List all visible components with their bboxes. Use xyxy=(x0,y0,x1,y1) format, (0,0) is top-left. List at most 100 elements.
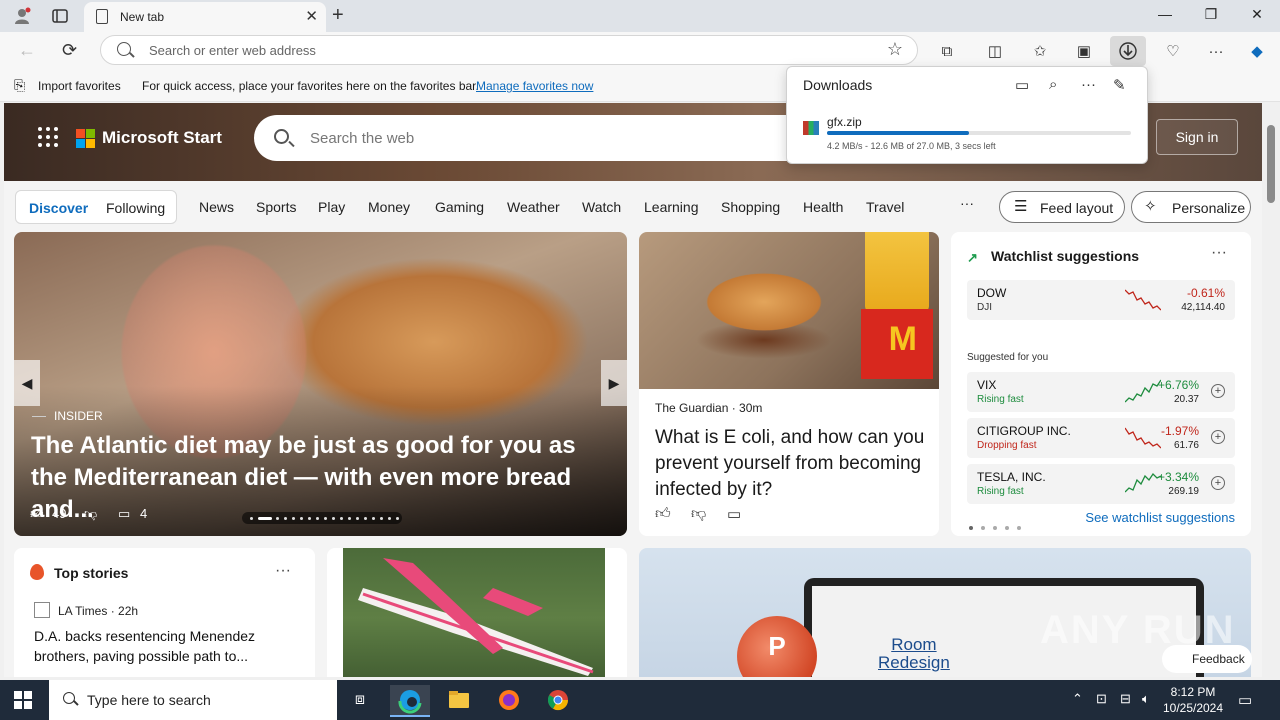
settings-more-icon[interactable]: ··· xyxy=(1205,41,1227,63)
add-to-watchlist-icon[interactable]: + xyxy=(1211,476,1225,490)
web-search-box[interactable]: Search the web xyxy=(254,115,814,161)
pin-icon[interactable]: ✎ xyxy=(1113,76,1126,94)
carousel-dot[interactable] xyxy=(340,517,343,520)
split-screen-icon[interactable]: ◫ xyxy=(984,41,1006,63)
nav-more-button[interactable]: ··· xyxy=(960,195,974,211)
nav-gaming[interactable]: Gaming xyxy=(435,199,484,215)
carousel-dot[interactable] xyxy=(292,517,295,520)
stock-row-citigroup[interactable]: CITIGROUP INC. Dropping fast -1.97% 61.7… xyxy=(967,418,1235,458)
apps-grid-icon[interactable] xyxy=(38,127,58,147)
network-icon[interactable]: ⊟ xyxy=(1120,691,1131,707)
carousel-next-button[interactable]: ▶ xyxy=(601,360,627,406)
taskbar-search-box[interactable]: Type here to search xyxy=(49,680,337,720)
carousel-dot[interactable] xyxy=(276,517,279,520)
search-downloads-icon[interactable]: ⌕ xyxy=(1049,76,1057,93)
file-explorer-icon[interactable] xyxy=(439,685,479,717)
nav-learning[interactable]: Learning xyxy=(644,199,699,215)
carousel-dot[interactable] xyxy=(332,517,335,520)
carousel-dot[interactable] xyxy=(300,517,303,520)
story-headline[interactable]: D.A. backs resentencing Menendez brother… xyxy=(34,626,294,666)
hero-article-card[interactable]: ◀ ▶ INSIDER The Atlantic diet may be jus… xyxy=(14,232,627,536)
tray-chevron-icon[interactable]: ⌃ xyxy=(1072,691,1083,707)
nav-news[interactable]: News xyxy=(199,199,234,215)
carousel-dot[interactable] xyxy=(388,517,391,520)
notifications-icon[interactable]: ▭ xyxy=(1238,691,1252,709)
carousel-dot[interactable] xyxy=(372,517,375,520)
task-view-icon[interactable]: ⧈ xyxy=(340,685,380,717)
favorite-star-icon[interactable]: ☆ xyxy=(887,39,903,60)
like-icon[interactable]: 👍︎ xyxy=(30,506,44,522)
nav-health[interactable]: Health xyxy=(803,199,843,215)
carousel-dots[interactable] xyxy=(242,512,402,524)
carousel-dot[interactable] xyxy=(316,517,319,520)
personalize-button[interactable]: ✧ Personalize xyxy=(1131,191,1251,223)
carousel-dot[interactable] xyxy=(396,517,399,520)
firefox-icon[interactable] xyxy=(489,685,529,717)
nav-money[interactable]: Money xyxy=(368,199,410,215)
copilot-icon[interactable]: ◆ xyxy=(1246,41,1268,63)
like-icon[interactable]: 👍︎ xyxy=(655,505,671,523)
see-watchlist-link[interactable]: See watchlist suggestions xyxy=(1085,510,1235,525)
nav-play[interactable]: Play xyxy=(318,199,345,215)
airplane-article-card[interactable] xyxy=(327,548,627,677)
page-scrollbar[interactable] xyxy=(1262,103,1280,677)
nav-sports[interactable]: Sports xyxy=(256,199,296,215)
tab-actions-icon[interactable] xyxy=(50,6,70,26)
start-button[interactable] xyxy=(14,691,32,709)
watchlist-more-button[interactable]: ··· xyxy=(1211,244,1227,262)
minimize-button[interactable]: — xyxy=(1150,6,1180,26)
feed-layout-button[interactable]: ☰ Feed layout xyxy=(999,191,1125,223)
open-folder-icon[interactable]: ▭ xyxy=(1015,76,1029,94)
carousel-prev-button[interactable]: ◀ xyxy=(14,360,40,406)
news-article-card[interactable]: M The Guardian · 30m What is E coli, and… xyxy=(639,232,939,536)
carousel-dot[interactable] xyxy=(284,517,287,520)
close-window-button[interactable]: ✕ xyxy=(1242,6,1272,26)
sign-in-button[interactable]: Sign in xyxy=(1156,119,1238,155)
top-stories-more-button[interactable]: ··· xyxy=(275,562,291,580)
stock-row-vix[interactable]: VIX Rising fast +6.76% 20.37 + xyxy=(967,372,1235,412)
downloads-more-icon[interactable]: ··· xyxy=(1081,76,1096,93)
refresh-button[interactable]: ⟳ xyxy=(62,40,77,61)
stock-row-tesla[interactable]: TESLA, INC. Rising fast +3.34% 269.19 + xyxy=(967,464,1235,504)
network-device-icon[interactable]: ⊡ xyxy=(1096,691,1107,707)
comment-off-icon[interactable]: ▭ xyxy=(727,505,741,523)
watchlist-pager-dots[interactable] xyxy=(969,517,1029,535)
carousel-dot[interactable] xyxy=(356,517,359,520)
favorites-icon[interactable]: ✩ xyxy=(1029,41,1051,63)
volume-icon[interactable]: 🔈︎ xyxy=(1142,691,1150,707)
nav-travel[interactable]: Travel xyxy=(866,199,904,215)
carousel-dot[interactable] xyxy=(364,517,367,520)
profile-icon[interactable] xyxy=(12,6,32,26)
restore-button[interactable]: ❐ xyxy=(1196,6,1226,26)
downloads-button[interactable] xyxy=(1110,36,1146,66)
manage-favorites-link[interactable]: Manage favorites now xyxy=(476,79,593,93)
carousel-dot[interactable] xyxy=(258,517,272,520)
tab-following[interactable]: Following xyxy=(106,200,165,216)
carousel-dot[interactable] xyxy=(308,517,311,520)
close-tab-icon[interactable]: ✕ xyxy=(305,7,318,25)
extensions-icon[interactable]: ⧉ xyxy=(936,41,958,63)
back-button[interactable]: ← xyxy=(18,40,36,61)
carousel-dot[interactable] xyxy=(250,517,253,520)
stock-row-dow[interactable]: DOW DJI -0.61% 42,114.40 xyxy=(967,280,1235,320)
scroll-thumb[interactable] xyxy=(1267,125,1275,203)
news-title[interactable]: What is E coli, and how can you prevent … xyxy=(655,425,927,503)
nav-shopping[interactable]: Shopping xyxy=(721,199,780,215)
address-bar[interactable]: Search or enter web address ☆ xyxy=(100,35,918,65)
tab-new-tab[interactable]: New tab ✕ xyxy=(84,2,326,32)
import-favorites-button[interactable]: Import favorites xyxy=(38,79,121,93)
tab-discover[interactable]: Discover xyxy=(29,200,88,216)
taskbar-clock[interactable]: 8:12 PM 10/25/2024 xyxy=(1160,684,1226,716)
browser-essentials-icon[interactable]: ♡ xyxy=(1162,41,1184,63)
dislike-icon[interactable]: 👎︎ xyxy=(84,506,97,522)
new-tab-button[interactable]: + xyxy=(332,4,344,27)
add-to-watchlist-icon[interactable]: + xyxy=(1211,430,1225,444)
feedback-button[interactable]: Feedback xyxy=(1162,645,1252,673)
edge-taskbar-icon[interactable] xyxy=(390,685,430,717)
collections-icon[interactable]: ▣ xyxy=(1073,41,1095,63)
chrome-icon[interactable] xyxy=(538,685,578,717)
carousel-dot[interactable] xyxy=(348,517,351,520)
add-to-watchlist-icon[interactable]: + xyxy=(1211,384,1225,398)
brand-title[interactable]: Microsoft Start xyxy=(102,128,222,148)
dislike-icon[interactable]: 👎︎ xyxy=(691,505,706,523)
